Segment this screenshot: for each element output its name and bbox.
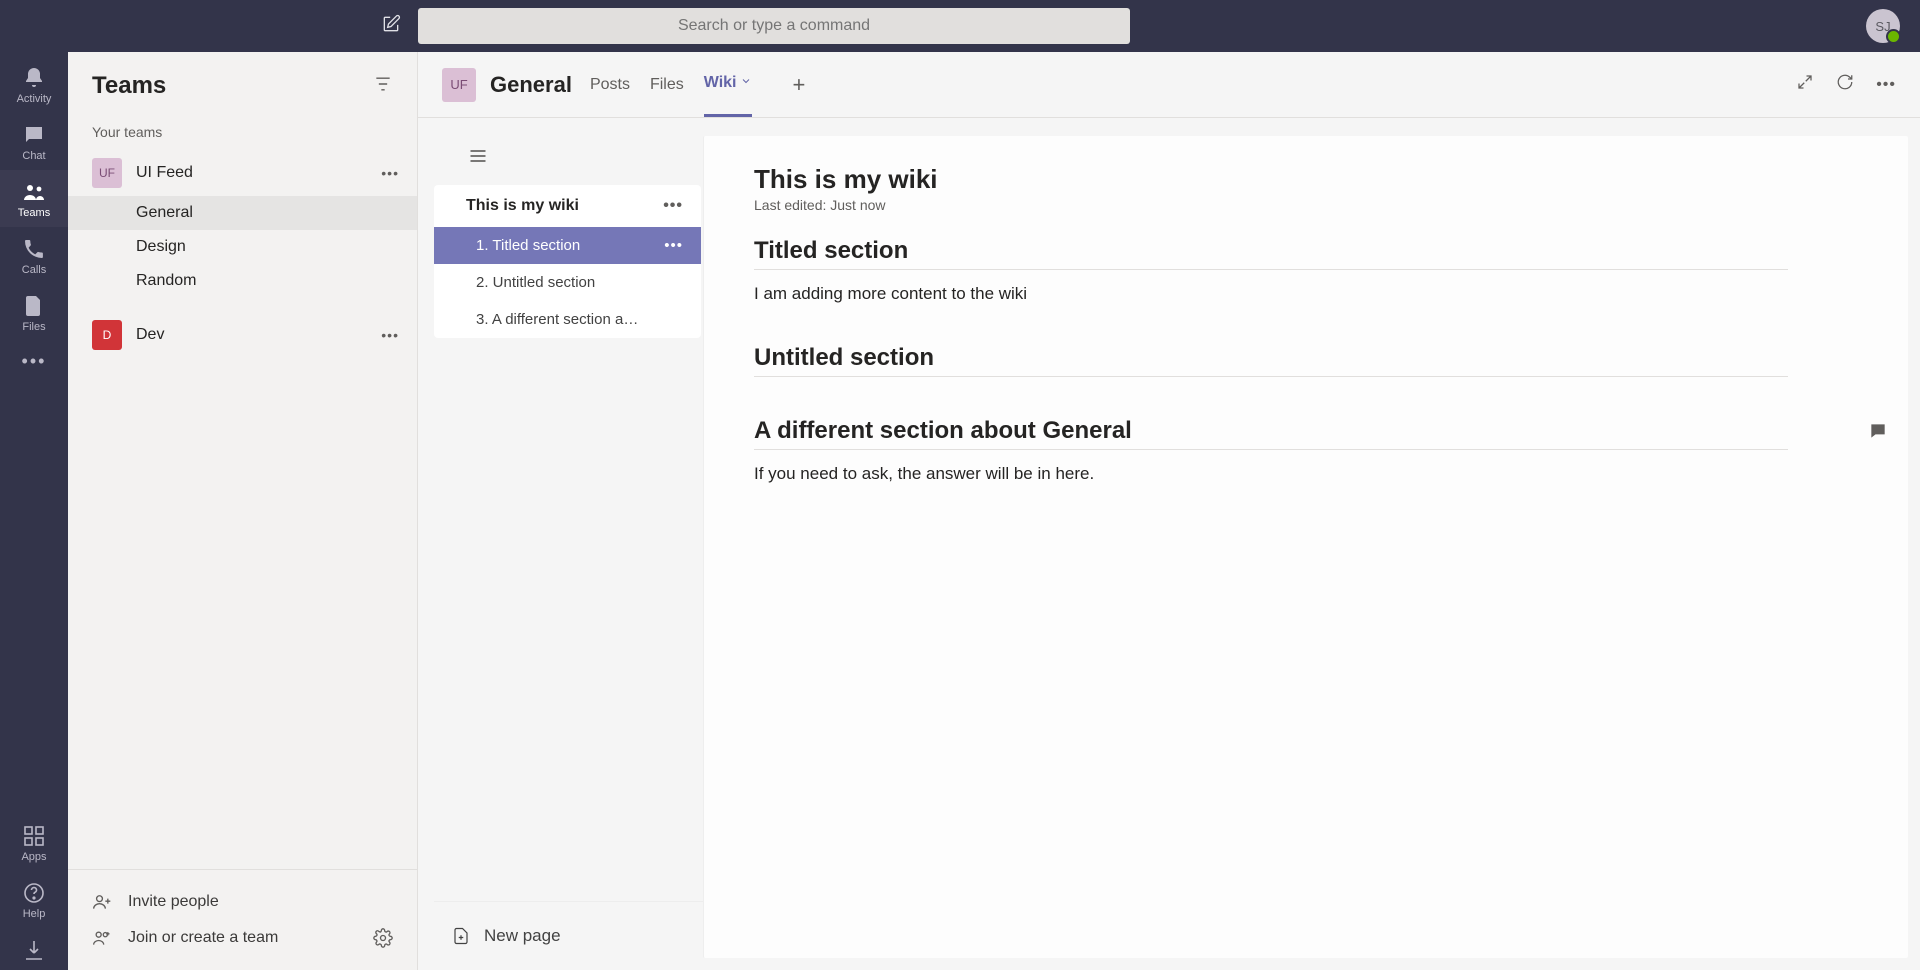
- invite-people[interactable]: Invite people: [92, 884, 393, 920]
- rail-help[interactable]: Help: [0, 871, 68, 928]
- wiki-nav: This is my wiki ••• 1. Titled section ••…: [418, 118, 703, 970]
- team-name-uifeed: UI Feed: [136, 164, 381, 182]
- filter-icon[interactable]: [373, 74, 393, 99]
- invite-people-label: Invite people: [128, 893, 219, 911]
- tab-wiki[interactable]: Wiki: [704, 52, 753, 117]
- team-avatar-dev: D: [92, 320, 122, 350]
- avatar-initials: SJ: [1875, 19, 1890, 34]
- wiki-section3-heading[interactable]: A different section about General: [754, 417, 1788, 450]
- your-teams-label: Your teams: [68, 118, 417, 150]
- wiki-section1-body[interactable]: I am adding more content to the wiki: [754, 284, 1788, 304]
- wiki-nav-section-2[interactable]: 2. Untitled section: [434, 264, 701, 301]
- wiki-nav-more[interactable]: •••: [663, 197, 683, 215]
- tab-wiki-label: Wiki: [704, 74, 737, 92]
- content-area: UF General Posts Files Wiki +: [418, 52, 1920, 970]
- refresh-icon[interactable]: [1836, 73, 1854, 96]
- channel-header: UF General Posts Files Wiki +: [418, 52, 1920, 118]
- wiki-nav-section-3[interactable]: 3. A different section a…: [434, 301, 701, 338]
- rail-files-label: Files: [22, 321, 45, 333]
- team-more-dev[interactable]: •••: [381, 327, 399, 343]
- teams-panel-title: Teams: [92, 72, 166, 100]
- join-create-team[interactable]: Join or create a team: [92, 920, 393, 956]
- team-row-uifeed[interactable]: UF UI Feed •••: [68, 150, 417, 196]
- wiki-section1-heading[interactable]: Titled section: [754, 237, 1788, 270]
- team-name-dev: Dev: [136, 326, 381, 344]
- new-page-label: New page: [484, 926, 561, 946]
- rail-chat[interactable]: Chat: [0, 113, 68, 170]
- comment-icon[interactable]: [1868, 421, 1888, 446]
- wiki-section2-heading[interactable]: Untitled section: [754, 344, 1788, 377]
- app-rail: Activity Chat Teams Calls Files ••• Apps: [0, 52, 68, 970]
- rail-activity[interactable]: Activity: [0, 56, 68, 113]
- gear-icon[interactable]: [373, 928, 393, 948]
- chevron-down-icon: [740, 74, 752, 92]
- wiki-nav-sec1-more[interactable]: •••: [664, 237, 683, 254]
- rail-teams[interactable]: Teams: [0, 170, 68, 227]
- compose-icon[interactable]: [381, 14, 401, 39]
- wiki-last-edited: Last edited: Just now: [754, 197, 1788, 213]
- expand-icon[interactable]: [1796, 73, 1814, 96]
- new-page-button[interactable]: New page: [434, 901, 703, 970]
- more-icon[interactable]: •••: [1876, 76, 1896, 94]
- team-avatar-uifeed: UF: [92, 158, 122, 188]
- rail-activity-label: Activity: [17, 93, 52, 105]
- rail-teams-label: Teams: [18, 207, 50, 219]
- rail-apps-label: Apps: [21, 851, 46, 863]
- wiki-nav-title-text: This is my wiki: [466, 197, 579, 215]
- rail-chat-label: Chat: [22, 150, 45, 162]
- join-create-label: Join or create a team: [128, 929, 278, 947]
- rail-calls-label: Calls: [22, 264, 46, 276]
- channel-general[interactable]: General: [68, 196, 417, 230]
- tab-files[interactable]: Files: [650, 52, 684, 117]
- teams-panel: Teams Your teams UF UI Feed ••• General …: [68, 52, 418, 970]
- channel-avatar: UF: [442, 68, 476, 102]
- rail-files[interactable]: Files: [0, 284, 68, 341]
- rail-more[interactable]: •••: [22, 341, 47, 382]
- rail-calls[interactable]: Calls: [0, 227, 68, 284]
- hamburger-icon[interactable]: [434, 128, 703, 185]
- wiki-section3-body[interactable]: If you need to ask, the answer will be i…: [754, 464, 1788, 484]
- wiki-nav-sec1-label: 1. Titled section: [476, 237, 580, 254]
- search-input[interactable]: [418, 8, 1130, 44]
- app-topbar: SJ: [0, 0, 1920, 52]
- wiki-page-title[interactable]: This is my wiki: [754, 164, 1788, 195]
- channel-random[interactable]: Random: [136, 264, 417, 298]
- rail-help-label: Help: [23, 908, 46, 920]
- rail-apps[interactable]: Apps: [0, 814, 68, 871]
- team-row-dev[interactable]: D Dev •••: [68, 312, 417, 358]
- user-avatar[interactable]: SJ: [1866, 9, 1900, 43]
- channel-name: General: [490, 72, 572, 98]
- wiki-nav-title[interactable]: This is my wiki •••: [434, 185, 701, 227]
- add-tab-button[interactable]: +: [792, 72, 805, 98]
- channel-design[interactable]: Design: [136, 230, 417, 264]
- team-more-uifeed[interactable]: •••: [381, 165, 399, 181]
- search-container: [418, 8, 1130, 44]
- wiki-nav-sec3-label: 3. A different section a…: [476, 311, 638, 328]
- wiki-nav-section-1[interactable]: 1. Titled section •••: [434, 227, 701, 264]
- tab-posts[interactable]: Posts: [590, 52, 630, 117]
- wiki-content: This is my wiki Last edited: Just now Ti…: [703, 136, 1908, 958]
- wiki-nav-sec2-label: 2. Untitled section: [476, 274, 595, 291]
- rail-download[interactable]: [0, 928, 68, 970]
